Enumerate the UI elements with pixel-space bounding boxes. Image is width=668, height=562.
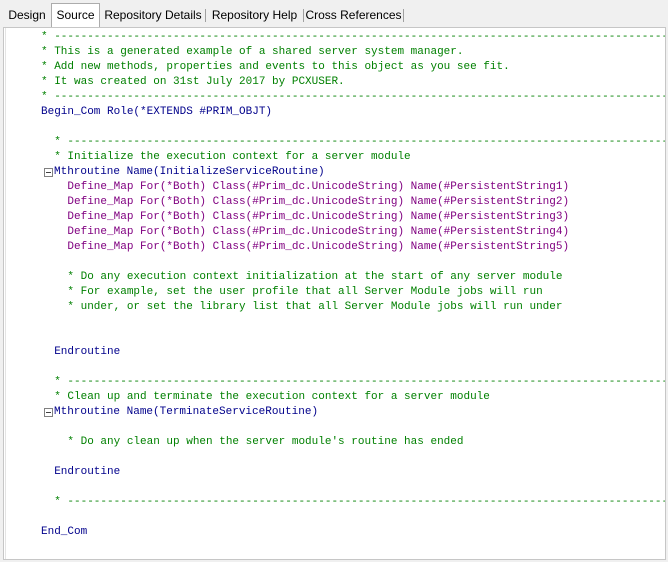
code-line: * --------------------------------------…	[41, 31, 666, 43]
code-line: * Do any clean up when the server module…	[41, 436, 464, 448]
code-line: Define_Map For(*Both) Class(#Prim_dc.Uni…	[41, 181, 570, 193]
code-line: Begin_Com Role(*EXTENDS #PRIM_OBJT)	[41, 106, 273, 118]
code-line: End_Com	[41, 526, 88, 538]
tab-bar: Design Source Repository Details Reposit…	[0, 0, 668, 28]
tab-separator	[403, 9, 404, 22]
collapse-toggle-icon[interactable]	[44, 408, 53, 417]
tab-cross-references[interactable]: Cross References	[305, 5, 402, 25]
collapse-toggle-icon[interactable]	[44, 168, 53, 177]
code-line: * --------------------------------------…	[41, 136, 666, 148]
code-line: * Do any execution context initializatio…	[41, 271, 563, 283]
source-editor[interactable]: * --------------------------------------…	[3, 27, 666, 560]
code-line: * --------------------------------------…	[41, 376, 666, 388]
tab-repository-help[interactable]: Repository Help	[207, 5, 302, 25]
tab-source[interactable]: Source	[51, 3, 100, 28]
code-line: * It was created on 31st July 2017 by PC…	[41, 76, 345, 88]
code-line: Mthroutine Name(InitializeServiceRoutine…	[54, 166, 325, 178]
code-line: * This is a generated example of a share…	[41, 46, 464, 58]
code-line: Endroutine	[41, 466, 121, 478]
tab-separator	[303, 9, 304, 22]
code-line: * under, or set the library list that al…	[41, 301, 563, 313]
code-line: Define_Map For(*Both) Class(#Prim_dc.Uni…	[41, 211, 570, 223]
tab-design[interactable]: Design	[4, 5, 50, 25]
code-line: * Add new methods, properties and events…	[41, 61, 510, 73]
tab-separator	[205, 9, 206, 22]
code-area: * --------------------------------------…	[4, 28, 666, 538]
code-line: Mthroutine Name(TerminateServiceRoutine)	[54, 406, 319, 418]
code-line: Define_Map For(*Both) Class(#Prim_dc.Uni…	[41, 196, 570, 208]
code-line: * --------------------------------------…	[41, 91, 666, 103]
tab-repository-details[interactable]: Repository Details	[102, 5, 204, 25]
code-line: * --------------------------------------…	[41, 496, 666, 508]
code-line: * For example, set the user profile that…	[41, 286, 543, 298]
code-line: * Initialize the execution context for a…	[41, 151, 411, 163]
code-line: Define_Map For(*Both) Class(#Prim_dc.Uni…	[41, 241, 570, 253]
code-line: Define_Map For(*Both) Class(#Prim_dc.Uni…	[41, 226, 570, 238]
code-line: Endroutine	[41, 346, 121, 358]
code-line: * Clean up and terminate the execution c…	[41, 391, 490, 403]
